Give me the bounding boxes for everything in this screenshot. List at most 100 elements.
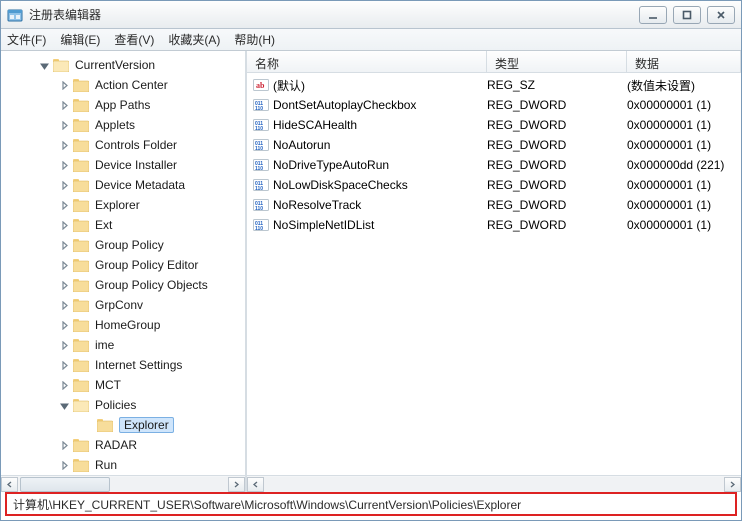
titlebar[interactable]: 注册表编辑器: [1, 1, 741, 29]
value-data: 0x00000001 (1): [627, 98, 741, 112]
tree-item-grpconv[interactable]: GrpConv: [1, 295, 245, 315]
folder-icon: [73, 319, 89, 332]
value-type: REG_DWORD: [487, 178, 627, 192]
svg-text:ab: ab: [256, 81, 265, 90]
value-type: REG_DWORD: [487, 198, 627, 212]
value-row[interactable]: 011110NoSimpleNetIDListREG_DWORD0x000000…: [247, 215, 741, 235]
tree-item-action-center[interactable]: Action Center: [1, 75, 245, 95]
tree-item-run[interactable]: Run: [1, 455, 245, 475]
expand-open-icon[interactable]: [39, 60, 49, 70]
value-row[interactable]: 011110NoLowDiskSpaceChecksREG_DWORD0x000…: [247, 175, 741, 195]
expand-closed-icon[interactable]: [59, 160, 69, 170]
expand-closed-icon[interactable]: [59, 240, 69, 250]
value-row[interactable]: 011110NoAutorunREG_DWORD0x00000001 (1): [247, 135, 741, 155]
tree-item-ext[interactable]: Ext: [1, 215, 245, 235]
expand-closed-icon[interactable]: [59, 100, 69, 110]
column-type[interactable]: 类型: [487, 51, 627, 72]
tree-item-device-installer[interactable]: Device Installer: [1, 155, 245, 175]
value-type: REG_DWORD: [487, 98, 627, 112]
expand-closed-icon[interactable]: [59, 180, 69, 190]
expand-closed-icon[interactable]: [59, 120, 69, 130]
tree-item-group-policy[interactable]: Group Policy: [1, 235, 245, 255]
expand-open-icon[interactable]: [59, 400, 69, 410]
close-button[interactable]: [707, 6, 735, 24]
scroll-left-icon[interactable]: [247, 477, 264, 492]
expand-closed-icon[interactable]: [59, 280, 69, 290]
tree-root[interactable]: CurrentVersion: [1, 55, 245, 75]
menu-file[interactable]: 文件(F): [7, 31, 46, 48]
tree-hscrollbar[interactable]: [1, 475, 245, 492]
value-name: HideSCAHealth: [273, 118, 357, 132]
tree-item-radar[interactable]: RADAR: [1, 435, 245, 455]
value-row[interactable]: 011110NoResolveTrackREG_DWORD0x00000001 …: [247, 195, 741, 215]
value-data: (数值未设置): [627, 77, 741, 94]
tree-item-device-metadata[interactable]: Device Metadata: [1, 175, 245, 195]
scroll-right-icon[interactable]: [724, 477, 741, 492]
tree-view[interactable]: CurrentVersionAction CenterApp PathsAppl…: [1, 51, 245, 475]
content-area: CurrentVersionAction CenterApp PathsAppl…: [1, 51, 741, 492]
folder-icon: [97, 419, 113, 432]
scroll-track[interactable]: [264, 477, 724, 492]
value-data: 0x00000001 (1): [627, 118, 741, 132]
expand-closed-icon[interactable]: [59, 140, 69, 150]
column-name[interactable]: 名称: [247, 51, 487, 72]
menu-help[interactable]: 帮助(H): [234, 31, 275, 48]
tree-item-controls-folder[interactable]: Controls Folder: [1, 135, 245, 155]
expand-closed-icon[interactable]: [59, 360, 69, 370]
values-list[interactable]: ab(默认)REG_SZ(数值未设置) 011110 DontSetAutoplay…: [247, 73, 741, 475]
dword-value-icon: 011110: [253, 197, 269, 213]
tree-item-applets[interactable]: Applets: [1, 115, 245, 135]
folder-icon: [73, 99, 89, 112]
scroll-left-icon[interactable]: [1, 477, 18, 492]
folder-icon: [73, 459, 89, 472]
tree-item-label: Explorer: [119, 417, 174, 433]
tree-item-group-policy-editor[interactable]: Group Policy Editor: [1, 255, 245, 275]
menu-edit[interactable]: 编辑(E): [60, 31, 100, 48]
tree-item-internet-settings[interactable]: Internet Settings: [1, 355, 245, 375]
scroll-right-icon[interactable]: [228, 477, 245, 492]
expand-closed-icon[interactable]: [59, 320, 69, 330]
svg-text:110: 110: [255, 186, 263, 192]
expand-closed-icon[interactable]: [59, 380, 69, 390]
expand-closed-icon[interactable]: [59, 200, 69, 210]
menu-favorites[interactable]: 收藏夹(A): [168, 31, 220, 48]
tree-item-homegroup[interactable]: HomeGroup: [1, 315, 245, 335]
expand-closed-icon[interactable]: [83, 420, 93, 430]
scroll-track[interactable]: [18, 477, 228, 492]
regedit-window: 注册表编辑器 文件(F) 编辑(E) 查看(V) 收藏夹(A) 帮助(H) Cu…: [0, 0, 742, 521]
expand-closed-icon[interactable]: [59, 340, 69, 350]
svg-text:110: 110: [255, 106, 263, 112]
window-title: 注册表编辑器: [29, 6, 639, 23]
scroll-thumb[interactable]: [20, 477, 110, 492]
expand-closed-icon[interactable]: [59, 220, 69, 230]
value-row[interactable]: 011110NoDriveTypeAutoRunREG_DWORD0x00000…: [247, 155, 741, 175]
tree-item-group-policy-objects[interactable]: Group Policy Objects: [1, 275, 245, 295]
expand-closed-icon[interactable]: [59, 300, 69, 310]
value-type: REG_DWORD: [487, 218, 627, 232]
tree-item-mct[interactable]: MCT: [1, 375, 245, 395]
tree-item-policies[interactable]: Policies: [1, 395, 245, 415]
dword-value-icon: 011110: [253, 217, 269, 233]
tree-item-label: Run: [95, 458, 117, 472]
column-data[interactable]: 数据: [627, 51, 741, 72]
expand-closed-icon[interactable]: [59, 80, 69, 90]
tree-item-label: Group Policy Objects: [95, 278, 208, 292]
svg-text:110: 110: [255, 126, 263, 132]
maximize-button[interactable]: [673, 6, 701, 24]
expand-closed-icon[interactable]: [59, 460, 69, 470]
menu-view[interactable]: 查看(V): [114, 31, 154, 48]
tree-item-app-paths[interactable]: App Paths: [1, 95, 245, 115]
minimize-button[interactable]: [639, 6, 667, 24]
tree-item-policies-explorer[interactable]: Explorer: [1, 415, 245, 435]
value-name: DontSetAutoplayCheckbox: [273, 98, 416, 112]
value-row[interactable]: 011110HideSCAHealthREG_DWORD0x00000001 (…: [247, 115, 741, 135]
tree-item-explorer[interactable]: Explorer: [1, 195, 245, 215]
value-row[interactable]: ab(默认)REG_SZ(数值未设置): [247, 75, 741, 95]
dword-value-icon: 011110: [253, 117, 269, 133]
expand-closed-icon[interactable]: [59, 260, 69, 270]
tree-item-ime[interactable]: ime: [1, 335, 245, 355]
values-hscrollbar[interactable]: [247, 475, 741, 492]
value-row[interactable]: 011110DontSetAutoplayCheckboxREG_DWORD0x…: [247, 95, 741, 115]
expand-closed-icon[interactable]: [59, 440, 69, 450]
value-data: 0x00000001 (1): [627, 178, 741, 192]
